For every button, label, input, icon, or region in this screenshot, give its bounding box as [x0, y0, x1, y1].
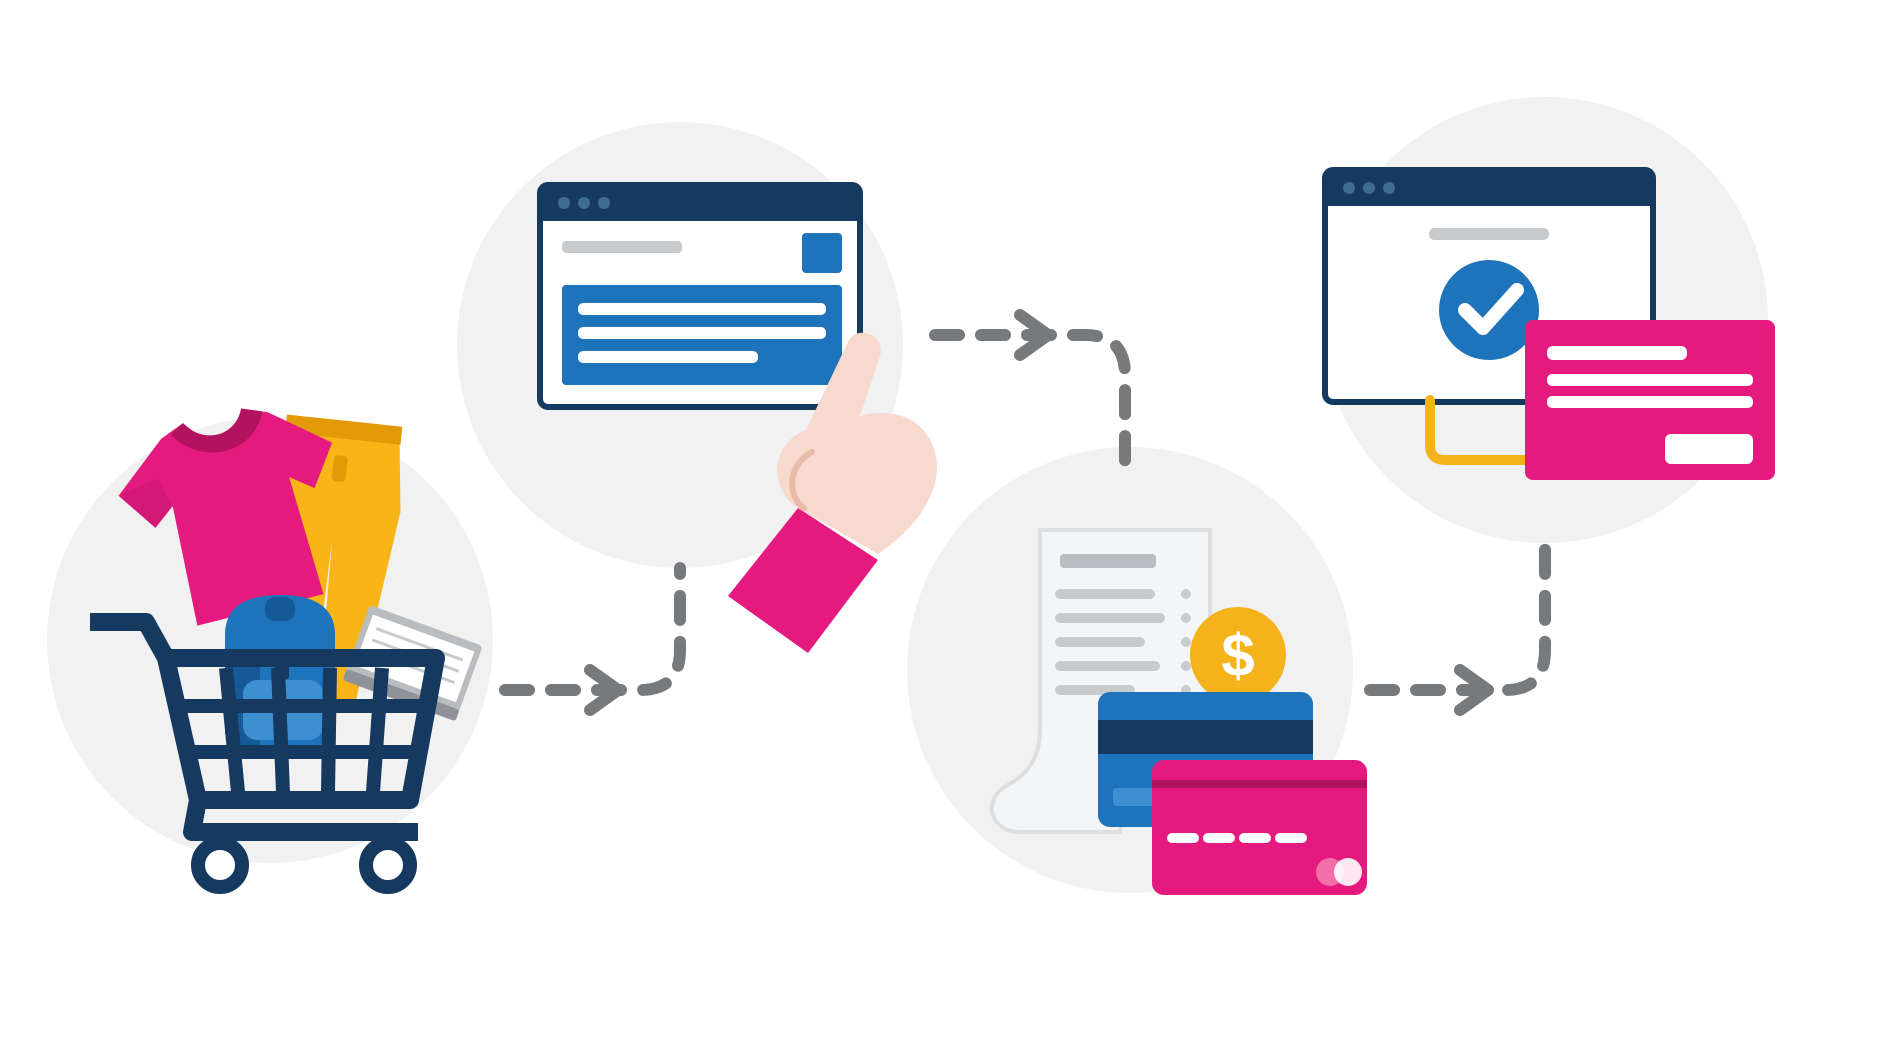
ecommerce-flow-diagram: $ [0, 0, 1900, 1056]
confirmation-dialog-icon [1525, 320, 1775, 480]
currency-symbol: $ [1221, 622, 1254, 689]
arrow-payment-to-confirm [1370, 545, 1545, 710]
browser-form-icon [540, 185, 860, 407]
dollar-coin-icon: $ [1190, 607, 1286, 703]
credit-card-pink-icon [1152, 760, 1367, 895]
arrow-cart-to-form [505, 568, 680, 710]
